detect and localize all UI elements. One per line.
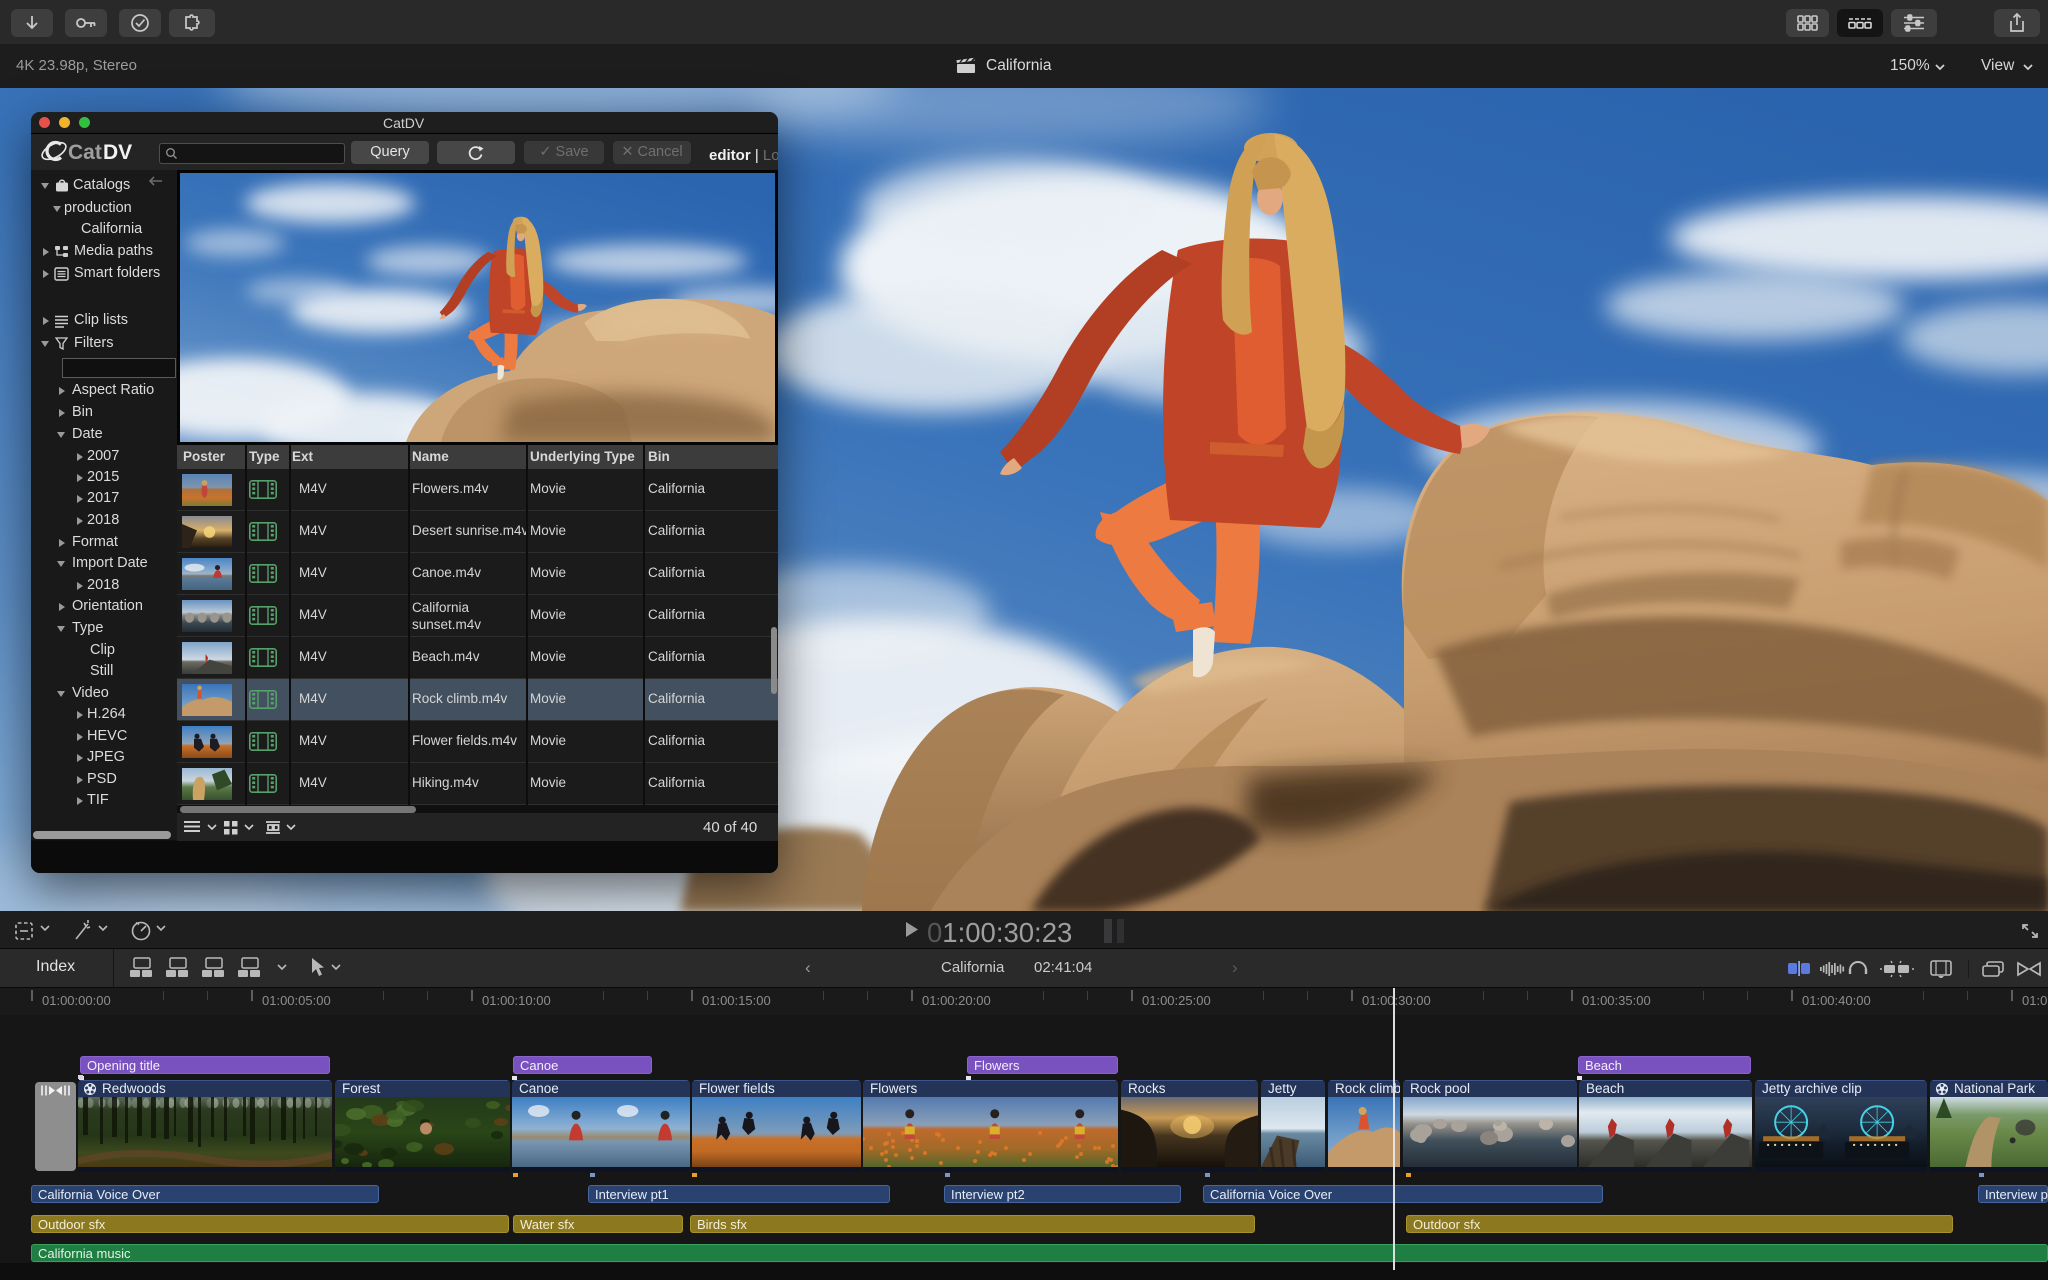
- svg-text:Cat: Cat: [68, 141, 102, 164]
- svg-text:DV: DV: [103, 141, 132, 164]
